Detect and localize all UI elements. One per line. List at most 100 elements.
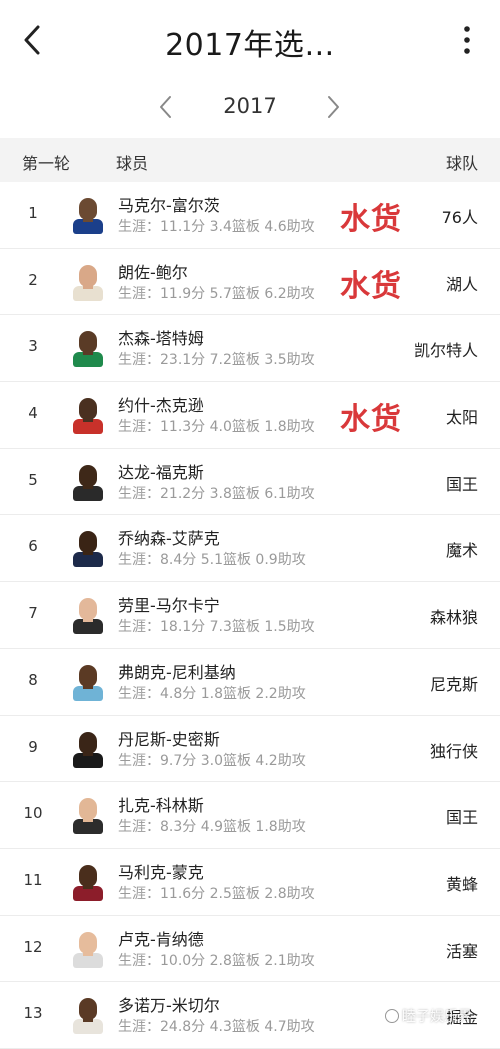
player-team: 湖人 (445, 274, 478, 294)
player-avatar (73, 730, 103, 768)
table-row[interactable]: 7 劳里-马尔卡宁 生涯：18.1分 7.3篮板 1.5助攻 森林狼 (0, 582, 500, 649)
avatar-head (79, 598, 97, 621)
player-avatar (73, 529, 103, 568)
player-career-stats: 生涯：11.3分 4.0篮板 1.8助攻 (118, 419, 315, 436)
pick-number: 5 (28, 470, 38, 489)
player-name: 马克尔-富尔茨 (118, 196, 220, 215)
player-team: 太阳 (445, 408, 478, 428)
avatar-head (79, 798, 97, 821)
avatar-head (79, 731, 97, 754)
watermark-logo-icon (385, 1009, 399, 1023)
player-avatar (73, 396, 103, 435)
player-avatar (73, 263, 103, 301)
player-team: 尼克斯 (429, 674, 478, 694)
pick-number: 9 (28, 737, 38, 756)
player-avatar (73, 329, 103, 368)
player-name: 约什-杰克逊 (118, 396, 204, 416)
watermark-text: 睦子娱乐界 (402, 1009, 472, 1025)
column-header-round: 第一轮 (22, 154, 71, 173)
player-team: 76人 (441, 208, 478, 227)
player-career-stats: 生涯：4.8分 1.8篮板 2.2助攻 (118, 685, 306, 702)
pick-number: 1 (28, 204, 38, 222)
pick-number: 7 (28, 604, 38, 623)
avatar-head (79, 264, 97, 287)
avatar-head (79, 864, 97, 887)
player-avatar (73, 863, 103, 901)
table-header: 第一轮 球员 球队 (0, 138, 500, 182)
avatar-head (79, 198, 97, 220)
pick-number: 6 (28, 537, 38, 556)
annotation-label: 水货 (340, 268, 402, 304)
avatar-head (79, 664, 97, 687)
player-team: 凯尔特人 (413, 341, 478, 361)
table-row[interactable]: 2 朗佐-鲍尔 生涯：11.9分 5.7篮板 6.2助攻 水货 湖人 (0, 249, 500, 316)
pick-number: 2 (28, 270, 38, 289)
player-avatar (73, 463, 103, 501)
player-name: 多诺万-米切尔 (118, 996, 220, 1016)
player-career-stats: 生涯：8.3分 4.9篮板 1.8助攻 (118, 819, 306, 836)
avatar-head (79, 931, 97, 954)
player-career-stats: 生涯：21.2分 3.8篮板 6.1助攻 (118, 485, 315, 502)
player-avatar (73, 796, 103, 835)
player-name: 丹尼斯-史密斯 (118, 729, 220, 749)
table-row[interactable]: 3 杰森-塔特姆生涯：23.1分 7.2篮板 3.5助攻 凯尔特人 (0, 315, 500, 383)
player-career-stats: 生涯：11.9分 5.7篮板 6.2助攻 (118, 285, 315, 302)
player-name: 杰森-塔特姆 (118, 329, 204, 349)
player-team: 国王 (445, 474, 478, 494)
top-bar: 2017年选… (0, 0, 500, 84)
player-avatar (73, 596, 103, 635)
player-team: 活塞 (445, 941, 478, 961)
annotation-label: 水货 (340, 202, 402, 237)
next-year-button[interactable] (320, 94, 344, 120)
avatar-head (79, 398, 97, 421)
player-name: 卢克-肯纳德 (118, 929, 204, 949)
player-career-stats: 生涯：24.8分 4.3篮板 4.7助攻 (118, 1019, 315, 1036)
table-row[interactable]: 12 卢克-肯纳德生涯：10.0分 2.8篮板 2.1助攻 活塞 (0, 916, 500, 983)
player-career-stats: 生涯：9.7分 3.0篮板 4.2助攻 (118, 752, 306, 769)
pick-number: 8 (28, 670, 38, 689)
avatar-head (79, 998, 97, 1021)
player-team: 国王 (445, 808, 478, 828)
player-avatar (73, 930, 103, 968)
player-career-stats: 生涯：11.6分 2.5篮板 2.8助攻 (118, 885, 315, 902)
more-vertical-icon (464, 26, 470, 54)
player-name: 劳里-马尔卡宁 (118, 596, 220, 616)
table-row[interactable]: 9 丹尼斯-史密斯生涯：9.7分 3.0篮板 4.2助攻 独行侠 (0, 716, 500, 783)
pick-number: 11 (23, 870, 43, 889)
table-row[interactable]: 6 乔纳森-艾萨克生涯：8.4分 5.1篮板 0.9助攻 魔术 (0, 515, 500, 583)
column-header-player: 球员 (116, 154, 149, 173)
player-team: 森林狼 (429, 608, 478, 628)
player-avatar (73, 663, 103, 701)
player-career-stats: 生涯：23.1分 7.2篮板 3.5助攻 (118, 352, 315, 369)
table-row[interactable]: 11 马利克-蒙克生涯：11.6分 2.5篮板 2.8助攻 黄蜂 (0, 849, 500, 916)
table-row[interactable]: 4 约什-杰克逊生涯：11.3分 4.0篮板 1.8助攻 水货 太阳 (0, 382, 500, 449)
player-career-stats: 生涯：10.0分 2.8篮板 2.1助攻 (118, 952, 315, 969)
avatar-head (79, 331, 97, 354)
page-title: 2017年选… (165, 28, 335, 63)
table-row[interactable]: 5 达龙-福克斯 生涯：21.2分 3.8篮板 6.1助攻 国王 (0, 449, 500, 516)
pick-number: 10 (23, 804, 43, 823)
player-career-stats: 生涯：11.1分 3.4篮板 4.6助攻 (118, 219, 315, 235)
table-row[interactable]: 10 扎克-科林斯生涯：8.3分 4.9篮板 1.8助攻 国王 (0, 782, 500, 849)
player-name: 乔纳森-艾萨克 (118, 529, 220, 549)
watermark: 睦子娱乐界 (385, 1006, 472, 1026)
player-name: 弗朗克-尼利基纳 (118, 662, 236, 682)
avatar-head (79, 531, 97, 554)
pick-number: 13 (23, 1004, 43, 1023)
pick-number: 4 (28, 404, 38, 423)
player-name: 马利克-蒙克 (118, 862, 204, 882)
player-team: 魔术 (445, 541, 478, 561)
table-row[interactable]: 1 马克尔-富尔茨生涯：11.1分 3.4篮板 4.6助攻 水货 76人 (0, 182, 500, 249)
player-team: 独行侠 (429, 741, 478, 761)
pick-number: 3 (28, 337, 38, 356)
player-career-stats: 生涯：8.4分 5.1篮板 0.9助攻 (118, 552, 306, 569)
year-selector: 2017 (0, 84, 500, 138)
player-name: 扎克-科林斯 (118, 796, 204, 816)
annotation-label: 水货 (340, 402, 402, 438)
player-team: 黄蜂 (445, 874, 478, 894)
draft-list: 1 马克尔-富尔茨 生涯：11.1分 3.4篮板 4.6助攻 水货 76人 2 朗佐-鲍尔生… (0, 182, 500, 1049)
player-avatar (73, 996, 103, 1035)
table-row[interactable]: 8 弗朗克-尼利基纳生涯：4.8分 1.8篮板 2.2助攻 尼克斯 (0, 649, 500, 716)
pick-number: 12 (23, 937, 43, 956)
more-button[interactable] (456, 24, 478, 58)
